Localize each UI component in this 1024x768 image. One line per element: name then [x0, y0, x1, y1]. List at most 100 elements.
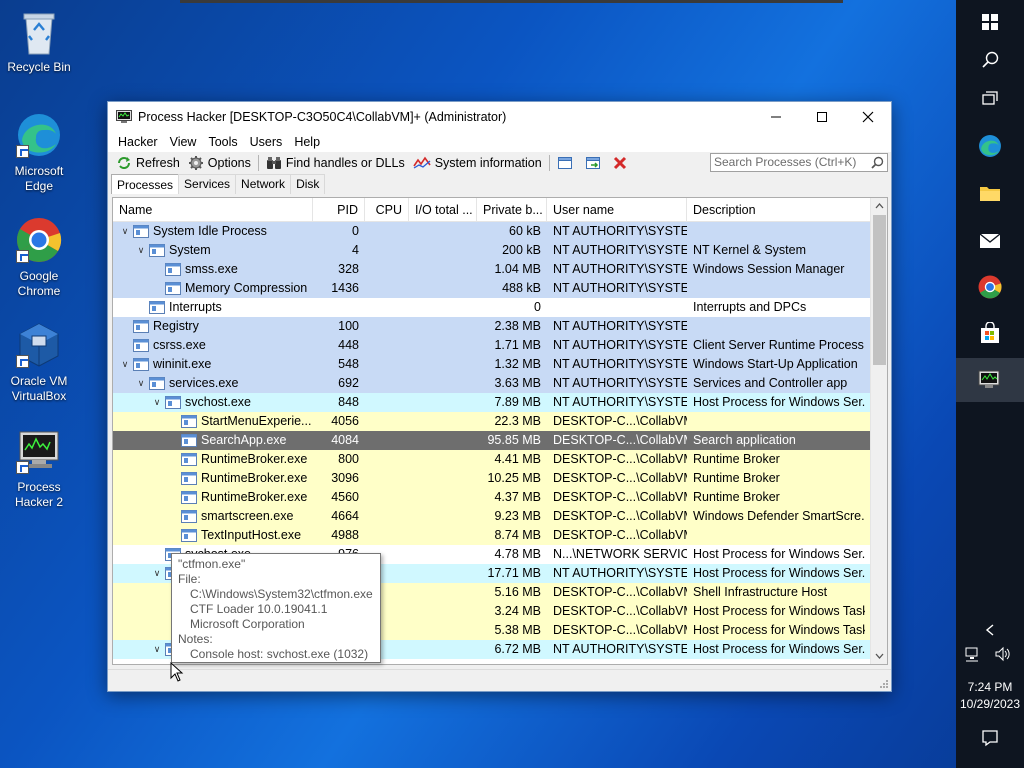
- table-row[interactable]: RuntimeBroker.exe 3096 10.25 MB DESKTOP-…: [113, 469, 887, 488]
- table-row[interactable]: RuntimeBroker.exe 4560 4.37 MB DESKTOP-C…: [113, 488, 887, 507]
- menu-users[interactable]: Users: [244, 135, 289, 149]
- menu-view[interactable]: View: [164, 135, 203, 149]
- menu-hacker[interactable]: Hacker: [112, 135, 164, 149]
- terminate-button[interactable]: [609, 153, 635, 173]
- scroll-up-icon[interactable]: [871, 198, 888, 215]
- table-row[interactable]: RuntimeBroker.exe 800 4.41 MB DESKTOP-C.…: [113, 450, 887, 469]
- chevron-down-icon[interactable]: ∨: [133, 243, 149, 258]
- table-row[interactable]: Registry 100 2.38 MB NT AUTHORITY\SYSTEM: [113, 317, 887, 336]
- chevron-down-icon[interactable]: ∨: [149, 566, 165, 581]
- description-cell: Host Process for Windows Ser...: [693, 566, 865, 580]
- notification-icon: [982, 730, 998, 747]
- network-icon: [965, 647, 978, 662]
- table-row[interactable]: Memory Compression 1436 488 kB NT AUTHOR…: [113, 279, 887, 298]
- resize-grip-icon[interactable]: [879, 679, 889, 689]
- chevron-down-icon[interactable]: ∨: [117, 357, 133, 372]
- chevron-down-icon[interactable]: ∨: [133, 376, 149, 391]
- find-handles-button[interactable]: Find handles or DLLs: [262, 153, 409, 173]
- options-button[interactable]: Options: [184, 153, 255, 173]
- column-pid[interactable]: PID: [313, 198, 365, 221]
- taskbar-clock[interactable]: 7:24 PM 10/29/2023: [956, 679, 1024, 713]
- description-cell: Host Process for Windows Ser...: [693, 395, 865, 409]
- column-user-name[interactable]: User name: [547, 198, 687, 221]
- table-row[interactable]: ∨ svchost.exe 848 7.89 MB NT AUTHORITY\S…: [113, 393, 887, 412]
- taskbar-mail[interactable]: [956, 218, 1024, 262]
- scrollbar-thumb[interactable]: [873, 215, 886, 365]
- taskbar-file-explorer[interactable]: [956, 171, 1024, 215]
- menu-help[interactable]: Help: [288, 135, 326, 149]
- search-icon: [871, 156, 884, 169]
- task-view-button[interactable]: [956, 77, 1024, 121]
- show-window-button[interactable]: [553, 153, 581, 173]
- taskbar-chrome[interactable]: [956, 265, 1024, 309]
- search-icon: [982, 51, 999, 68]
- table-row[interactable]: csrss.exe 448 1.71 MB NT AUTHORITY\SYSTE…: [113, 336, 887, 355]
- table-row[interactable]: ∨ System 4 200 kB NT AUTHORITY\SYSTEM NT…: [113, 241, 887, 260]
- table-row[interactable]: TextInputHost.exe 4988 8.74 MB DESKTOP-C…: [113, 526, 887, 545]
- table-row[interactable]: StartMenuExperie... 4056 22.3 MB DESKTOP…: [113, 412, 887, 431]
- user-name-cell: DESKTOP-C...\CollabVM: [553, 623, 687, 637]
- minimize-button[interactable]: [753, 102, 799, 132]
- user-name-cell: NT AUTHORITY\SYSTEM: [553, 319, 687, 333]
- private-bytes-cell: 95.85 MB: [487, 433, 541, 447]
- private-bytes-cell: 4.37 MB: [494, 490, 541, 504]
- table-row[interactable]: ∨ wininit.exe 548 1.32 MB NT AUTHORITY\S…: [113, 355, 887, 374]
- taskbar-edge[interactable]: [956, 124, 1024, 168]
- taskbar-store[interactable]: [956, 311, 1024, 355]
- volume-tray-button[interactable]: [986, 632, 1020, 676]
- column-description[interactable]: Description: [687, 198, 871, 221]
- search-processes-input[interactable]: Search Processes (Ctrl+K): [710, 153, 888, 172]
- cpu-cell: [365, 222, 409, 241]
- user-name-cell: DESKTOP-C...\CollabVM: [553, 509, 687, 523]
- private-bytes-cell: 9.23 MB: [494, 509, 541, 523]
- chevron-down-icon[interactable]: ∨: [149, 395, 165, 410]
- table-row[interactable]: Interrupts 0 Interrupts and DPCs: [113, 298, 887, 317]
- pid-cell: 4084: [331, 433, 359, 447]
- column-io-total[interactable]: I/O total ...: [409, 198, 477, 221]
- process-name: wininit.exe: [153, 357, 212, 371]
- desktop-icon-recycle-bin[interactable]: Recycle Bin: [4, 8, 74, 75]
- tab-processes[interactable]: Processes: [111, 174, 180, 194]
- window-arrow-button[interactable]: [581, 153, 609, 173]
- network-tray-button[interactable]: [956, 632, 990, 676]
- tab-network[interactable]: Network: [235, 174, 292, 194]
- pid-cell: 448: [338, 338, 359, 352]
- desktop-icon-edge[interactable]: Microsoft Edge: [4, 112, 74, 194]
- io-cell: [409, 298, 477, 317]
- taskbar-search-button[interactable]: [956, 38, 1024, 82]
- column-cpu[interactable]: CPU: [365, 198, 409, 221]
- maximize-button[interactable]: [799, 102, 845, 132]
- system-information-button[interactable]: System information: [409, 153, 546, 173]
- pid-cell: 4056: [331, 414, 359, 428]
- table-row[interactable]: ∨ System Idle Process 0 60 kB NT AUTHORI…: [113, 222, 887, 241]
- scroll-down-icon[interactable]: [871, 647, 888, 664]
- vertical-scrollbar[interactable]: [870, 198, 887, 664]
- table-row[interactable]: smss.exe 328 1.04 MB NT AUTHORITY\SYSTEM…: [113, 260, 887, 279]
- chevron-down-icon[interactable]: ∨: [149, 642, 165, 657]
- close-button[interactable]: [845, 102, 891, 132]
- column-private-bytes[interactable]: Private b...: [477, 198, 547, 221]
- table-row[interactable]: smartscreen.exe 4664 9.23 MB DESKTOP-C..…: [113, 507, 887, 526]
- system-information-label: System information: [434, 156, 542, 170]
- notification-center-button[interactable]: [956, 716, 1024, 760]
- process-hacker-icon: [978, 370, 1000, 388]
- private-bytes-cell: 17.71 MB: [487, 566, 541, 580]
- tab-services[interactable]: Services: [178, 174, 237, 194]
- table-row[interactable]: ∨ services.exe 692 3.63 MB NT AUTHORITY\…: [113, 374, 887, 393]
- title-bar[interactable]: Process Hacker [DESKTOP-C3O50C4\CollabVM…: [108, 102, 891, 132]
- column-name[interactable]: Name: [113, 198, 313, 221]
- process-icon: [149, 244, 165, 257]
- desktop-icon-virtualbox[interactable]: Oracle VM VirtualBox: [4, 322, 74, 404]
- cpu-cell: [365, 241, 409, 260]
- desktop-icon-chrome[interactable]: Google Chrome: [4, 217, 74, 299]
- refresh-button[interactable]: Refresh: [112, 153, 184, 173]
- menu-tools[interactable]: Tools: [202, 135, 243, 149]
- process-name-cell: smartscreen.exe: [113, 507, 313, 526]
- tab-disk[interactable]: Disk: [290, 174, 326, 194]
- table-row[interactable]: SearchApp.exe 4084 95.85 MB DESKTOP-C...…: [113, 431, 887, 450]
- taskbar-process-hacker[interactable]: [956, 358, 1024, 402]
- process-name-cell: Registry: [113, 317, 313, 336]
- description-cell: Runtime Broker: [693, 452, 780, 466]
- chevron-down-icon[interactable]: ∨: [117, 224, 133, 239]
- desktop-icon-process-hacker[interactable]: Process Hacker 2: [4, 428, 74, 510]
